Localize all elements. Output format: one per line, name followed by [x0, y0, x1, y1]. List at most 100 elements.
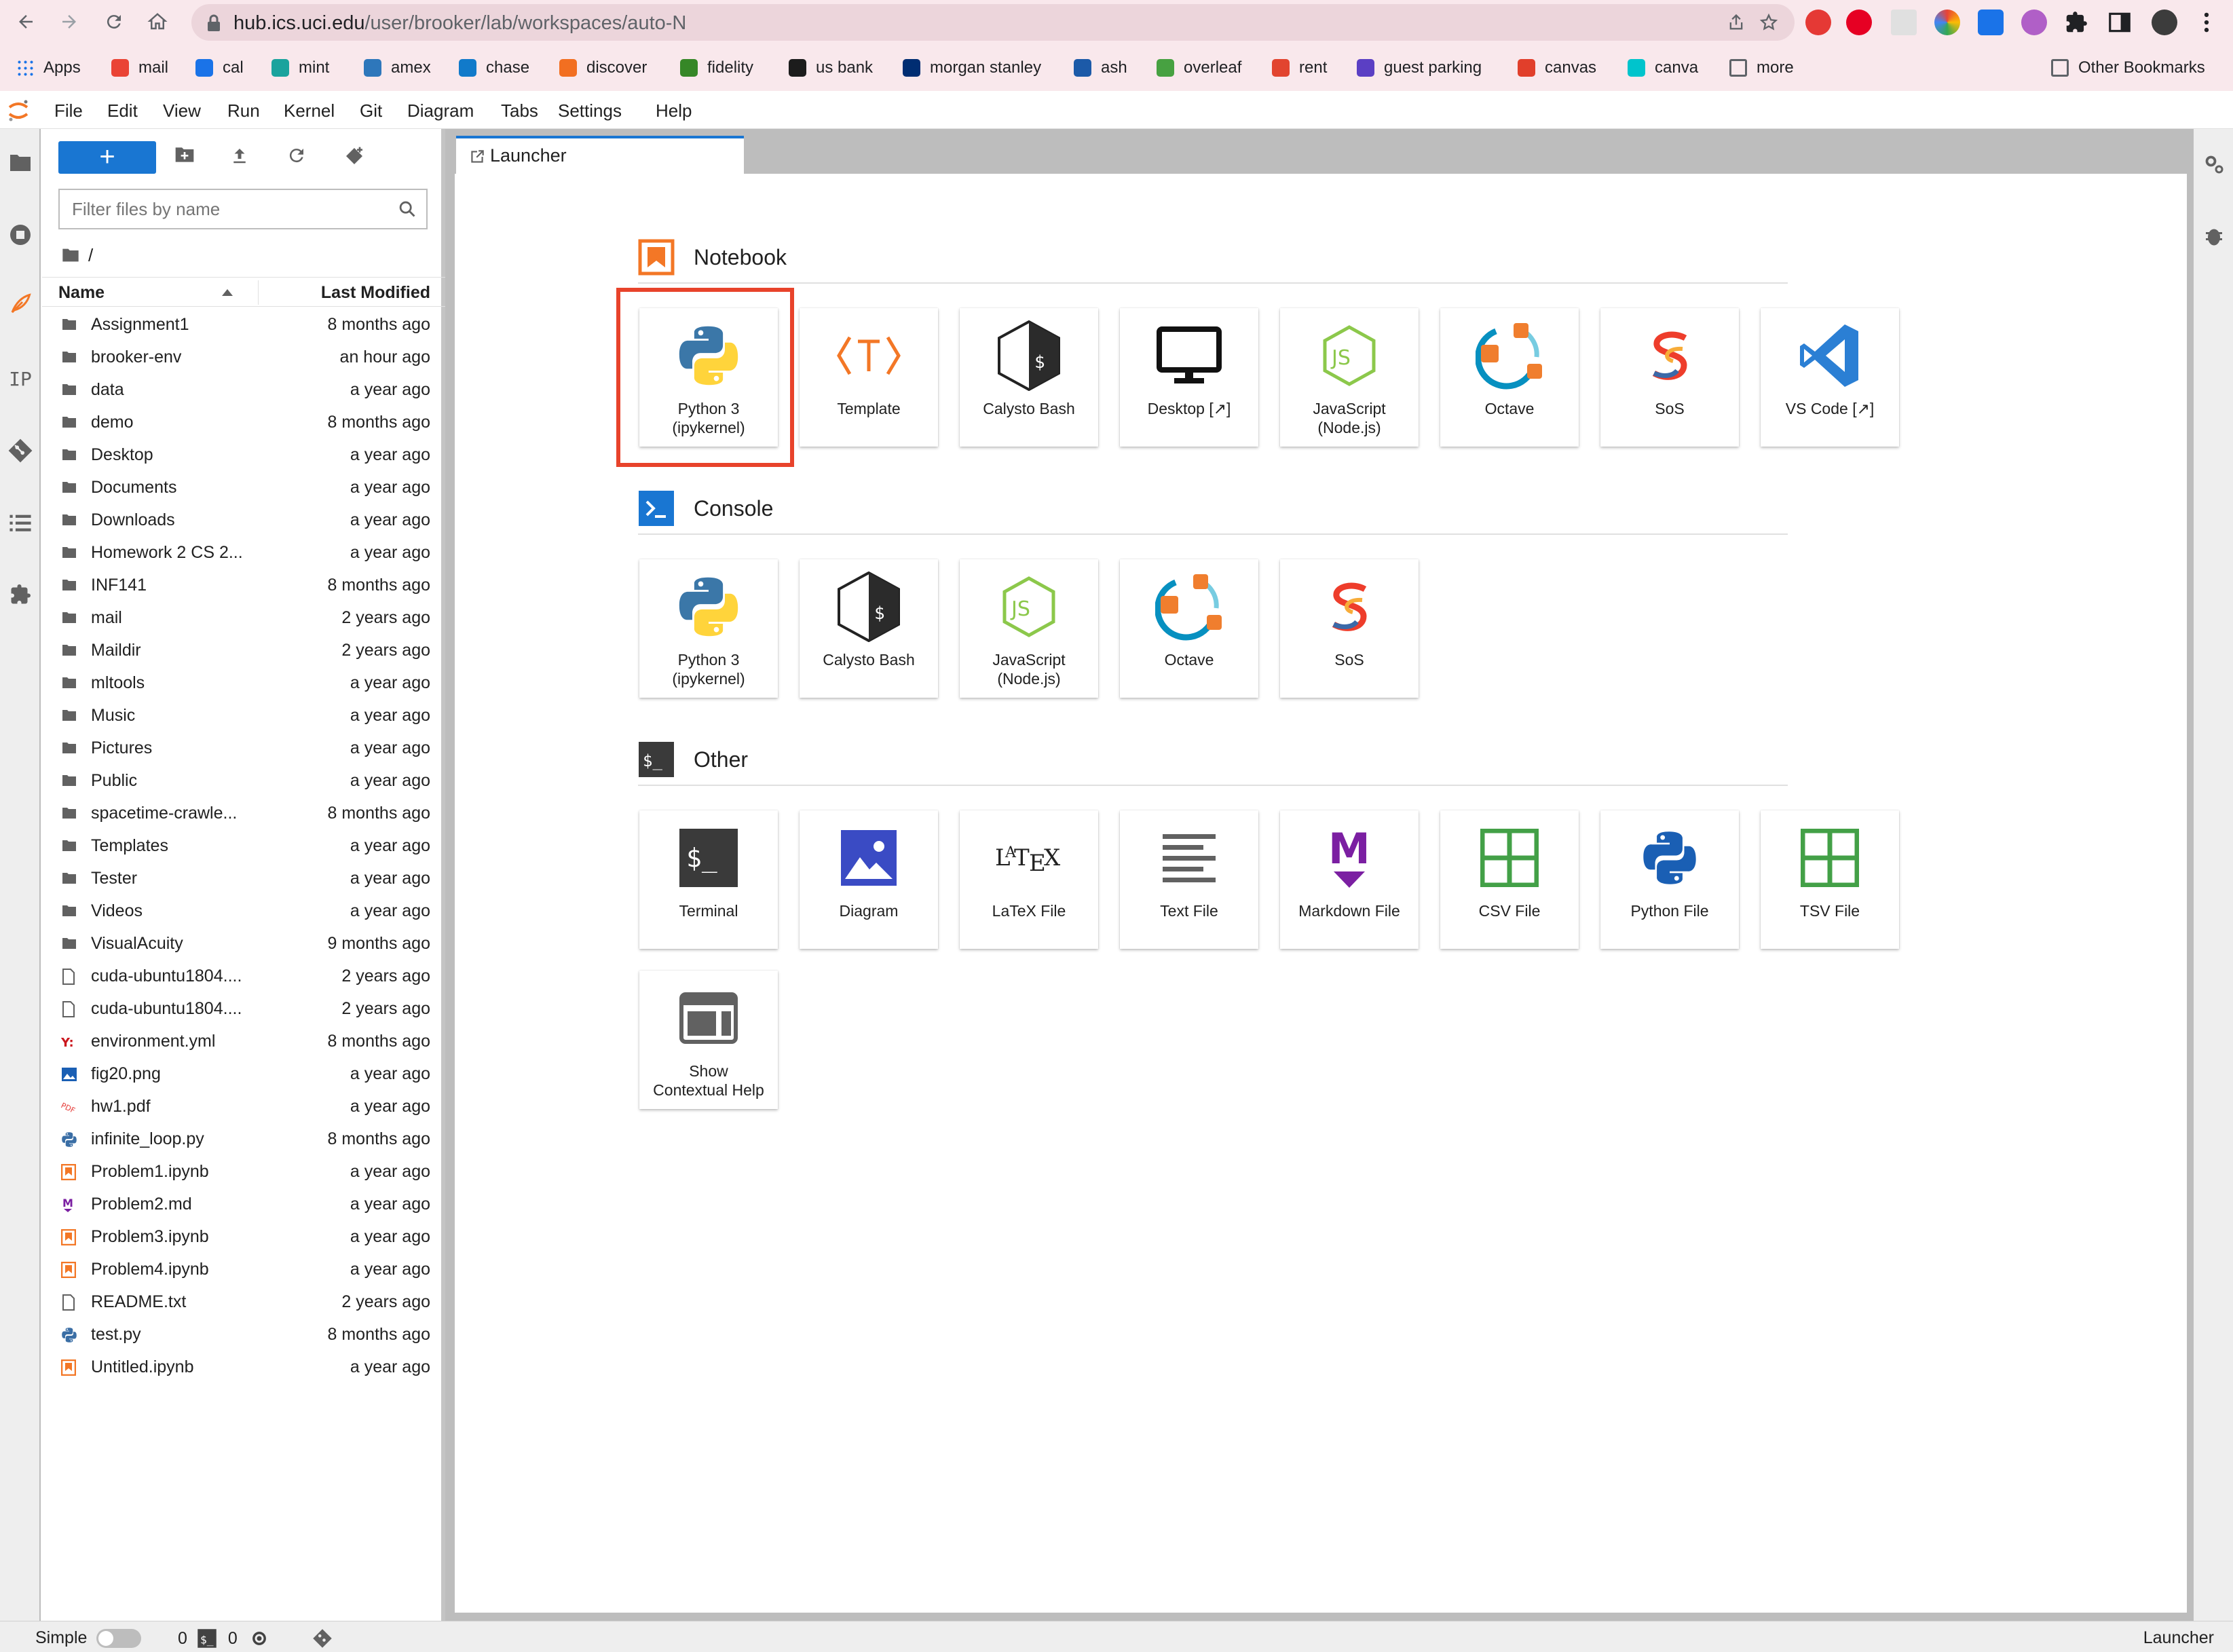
- upload-icon[interactable]: [229, 145, 254, 170]
- launcher-card-javascript-node-js[interactable]: JS JavaScript (Node.js): [960, 559, 1098, 698]
- new-launcher-button[interactable]: +: [58, 141, 156, 174]
- file-row[interactable]: cuda-ubuntu1804.... 2 years ago: [42, 960, 445, 992]
- name-column-header[interactable]: Name: [58, 283, 105, 303]
- menu-file[interactable]: File: [54, 100, 83, 121]
- bookmark-us-bank[interactable]: us bank: [789, 54, 873, 81]
- file-row[interactable]: Homework 2 CS 2... a year ago: [42, 536, 445, 569]
- file-row[interactable]: cuda-ubuntu1804.... 2 years ago: [42, 992, 445, 1025]
- file-row[interactable]: Y: environment.yml 8 months ago: [42, 1025, 445, 1057]
- launcher-card-csv-file[interactable]: CSV File: [1440, 810, 1579, 949]
- address-bar[interactable]: hub.ics.uci.edu/user/brooker/lab/workspa…: [191, 4, 1795, 41]
- bookmark-morgan-stanley[interactable]: morgan stanley: [903, 54, 1041, 81]
- file-row[interactable]: M Problem2.md a year ago: [42, 1188, 445, 1220]
- bookmark-more[interactable]: more: [1729, 54, 1794, 81]
- bookmark-chase[interactable]: chase: [459, 54, 529, 81]
- file-row[interactable]: Problem1.ipynb a year ago: [42, 1155, 445, 1188]
- property-inspector-icon[interactable]: [2202, 152, 2226, 176]
- file-row[interactable]: Problem4.ipynb a year ago: [42, 1253, 445, 1285]
- menu-git[interactable]: Git: [360, 100, 382, 121]
- menu-run[interactable]: Run: [227, 100, 260, 121]
- file-row[interactable]: INF141 8 months ago: [42, 569, 445, 601]
- file-row[interactable]: Documents a year ago: [42, 471, 445, 504]
- bookmark-canvas[interactable]: canvas: [1518, 54, 1596, 81]
- launcher-card-markdown-file[interactable]: M Markdown File: [1280, 810, 1419, 949]
- menu-settings[interactable]: Settings: [558, 100, 622, 121]
- table-of-contents-icon[interactable]: [5, 508, 35, 538]
- file-row[interactable]: VisualAcuity 9 months ago: [42, 927, 445, 960]
- launcher-card-show-contextual-help[interactable]: Show Contextual Help: [639, 971, 778, 1109]
- launcher-card-diagram[interactable]: Diagram: [800, 810, 938, 949]
- filter-files-input[interactable]: [60, 190, 386, 228]
- git-status-icon[interactable]: [312, 1628, 333, 1649]
- file-row[interactable]: test.py 8 months ago: [42, 1318, 445, 1351]
- sort-ascending-icon[interactable]: [221, 288, 233, 297]
- bookmark-apps[interactable]: Apps: [16, 54, 81, 81]
- file-row[interactable]: Tester a year ago: [42, 862, 445, 895]
- feather-extension-icon[interactable]: [5, 289, 35, 319]
- file-row[interactable]: fig20.png a year ago: [42, 1057, 445, 1090]
- launcher-card-octave[interactable]: Octave: [1440, 308, 1579, 447]
- bookmark-mail[interactable]: mail: [111, 54, 168, 81]
- share-icon[interactable]: [1727, 13, 1746, 32]
- git-clone-icon[interactable]: [343, 145, 368, 170]
- file-row[interactable]: Desktop a year ago: [42, 438, 445, 471]
- bookmark-guest-parking[interactable]: guest parking: [1357, 54, 1482, 81]
- reload-icon[interactable]: [99, 0, 129, 43]
- sidepanel-icon[interactable]: [2107, 10, 2133, 35]
- debugger-icon[interactable]: [2202, 224, 2226, 248]
- home-icon[interactable]: [143, 0, 172, 43]
- launcher-card-vs-code[interactable]: VS Code [↗]: [1761, 308, 1899, 447]
- launcher-card-sos[interactable]: SoS: [1600, 308, 1739, 447]
- file-row[interactable]: README.txt 2 years ago: [42, 1285, 445, 1318]
- launcher-card-terminal[interactable]: $_ Terminal: [639, 810, 778, 949]
- file-row[interactable]: PDF hw1.pdf a year ago: [42, 1090, 445, 1123]
- bookmark-mint[interactable]: mint: [271, 54, 329, 81]
- menu-edit[interactable]: Edit: [107, 100, 138, 121]
- kebab-menu-icon[interactable]: [2194, 10, 2219, 35]
- git-icon[interactable]: [5, 436, 35, 466]
- launcher-card-tsv-file[interactable]: TSV File: [1761, 810, 1899, 949]
- launcher-card-desktop[interactable]: Desktop [↗]: [1120, 308, 1258, 447]
- file-row[interactable]: brooker-env an hour ago: [42, 341, 445, 373]
- launcher-card-octave[interactable]: Octave: [1120, 559, 1258, 698]
- file-row[interactable]: Untitled.ipynb a year ago: [42, 1351, 445, 1383]
- menu-diagram[interactable]: Diagram: [407, 100, 474, 121]
- file-browser-tab-icon[interactable]: [5, 148, 35, 178]
- last-modified-column-header[interactable]: Last Modified: [321, 283, 430, 303]
- launcher-card-python-3-ipykernel[interactable]: Python 3 (ipykernel): [639, 559, 778, 698]
- page-extension-icon[interactable]: [1891, 10, 1917, 35]
- file-row[interactable]: Assignment1 8 months ago: [42, 308, 445, 341]
- new-folder-icon[interactable]: [174, 145, 198, 170]
- file-row[interactable]: Templates a year ago: [42, 829, 445, 862]
- forward-arrow-icon[interactable]: [54, 0, 84, 43]
- bookmark-ash[interactable]: ash: [1074, 54, 1127, 81]
- purple-extension-icon[interactable]: [2021, 10, 2047, 35]
- menu-help[interactable]: Help: [656, 100, 692, 121]
- launcher-card-calysto-bash[interactable]: $ Calysto Bash: [960, 308, 1098, 447]
- menu-tabs[interactable]: Tabs: [501, 100, 538, 121]
- refresh-icon[interactable]: [286, 145, 311, 170]
- bookmark-rent[interactable]: rent: [1272, 54, 1327, 81]
- running-sessions-icon[interactable]: [5, 220, 35, 250]
- star-icon[interactable]: [1759, 13, 1778, 32]
- launcher-card-latex-file[interactable]: L A T E X LaTeX File: [960, 810, 1098, 949]
- tab-launcher[interactable]: Launcher: [456, 136, 744, 174]
- menu-kernel[interactable]: Kernel: [284, 100, 335, 121]
- file-row[interactable]: spacetime-crawle... 8 months ago: [42, 797, 445, 829]
- file-row[interactable]: demo 8 months ago: [42, 406, 445, 438]
- file-row[interactable]: Music a year ago: [42, 699, 445, 732]
- file-row[interactable]: mail 2 years ago: [42, 601, 445, 634]
- launcher-card-template[interactable]: Template: [800, 308, 938, 447]
- file-row[interactable]: Pictures a year ago: [42, 732, 445, 764]
- file-row[interactable]: data a year ago: [42, 373, 445, 406]
- breadcrumb-path[interactable]: /: [88, 245, 93, 266]
- simple-mode-toggle[interactable]: [96, 1628, 142, 1648]
- file-row[interactable]: Downloads a year ago: [42, 504, 445, 536]
- bookmark-overleaf[interactable]: overleaf: [1157, 54, 1241, 81]
- color-extension-icon[interactable]: [1934, 10, 1960, 35]
- file-row[interactable]: Public a year ago: [42, 764, 445, 797]
- ip-widget-icon[interactable]: IP: [5, 364, 35, 394]
- other-bookmarks[interactable]: Other Bookmarks: [2051, 54, 2205, 81]
- avatar[interactable]: [2152, 10, 2177, 35]
- puzzle-extensions-icon[interactable]: [2063, 10, 2089, 35]
